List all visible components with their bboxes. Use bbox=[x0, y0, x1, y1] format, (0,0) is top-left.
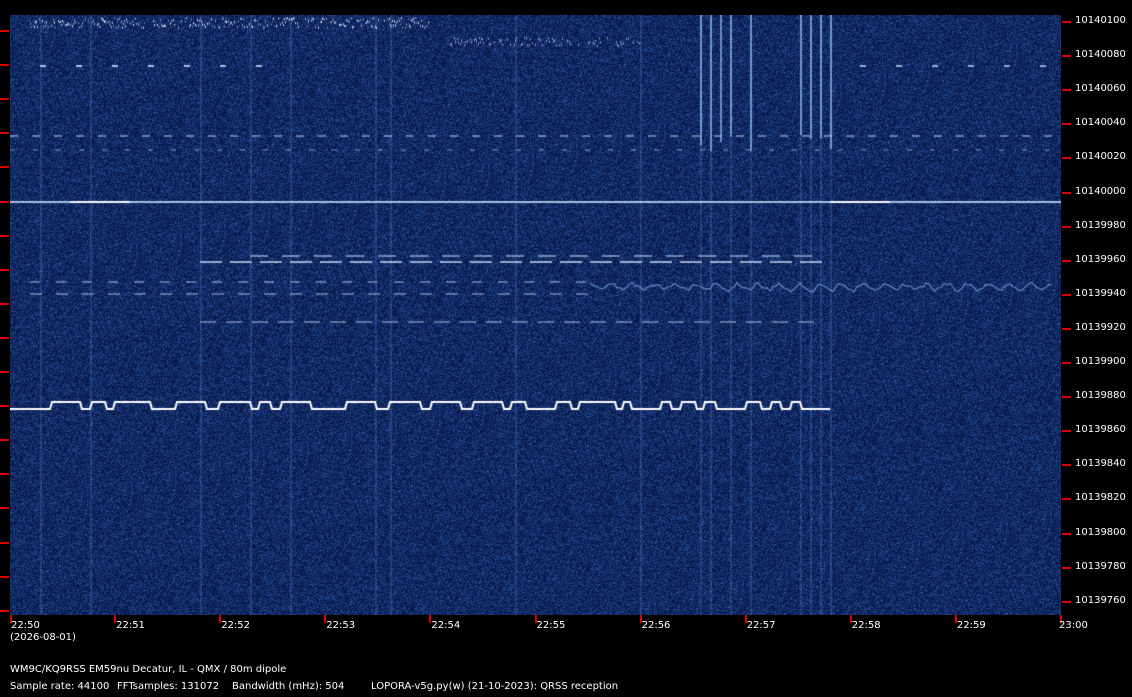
right-tick bbox=[1062, 21, 1071, 23]
left-tick bbox=[0, 576, 9, 578]
right-tick bbox=[1062, 567, 1071, 569]
right-tick bbox=[1062, 430, 1071, 432]
time-label: 22:55 bbox=[536, 620, 566, 631]
right-tick bbox=[1062, 464, 1071, 466]
spectrogram-canvas bbox=[10, 15, 1061, 615]
frequency-label: 10139960 bbox=[1075, 253, 1126, 265]
software-info: LOPORA-v5g.py(w) (21-10-2023): QRSS rece… bbox=[371, 681, 619, 692]
frequency-label: 10140000 bbox=[1075, 185, 1126, 197]
left-tick bbox=[0, 269, 9, 271]
left-tick bbox=[0, 132, 9, 134]
time-label: 22:57 bbox=[746, 620, 776, 631]
left-tick bbox=[0, 473, 9, 475]
right-tick bbox=[1062, 89, 1071, 91]
left-tick bbox=[0, 64, 9, 66]
right-tick bbox=[1062, 396, 1071, 398]
waterfall-display bbox=[10, 15, 1061, 615]
frequency-label: 10139780 bbox=[1075, 560, 1126, 572]
time-label: 22:52 bbox=[221, 620, 251, 631]
right-tick bbox=[1062, 362, 1071, 364]
right-tick bbox=[1062, 192, 1071, 194]
left-tick bbox=[0, 371, 9, 373]
time-label: 22:58 bbox=[851, 620, 881, 631]
fft-samples: FFTsamples: 131072 bbox=[117, 681, 220, 692]
time-label: 22:54 bbox=[431, 620, 461, 631]
frequency-label: 10139840 bbox=[1075, 458, 1126, 470]
frequency-label: 10139900 bbox=[1075, 356, 1126, 367]
frequency-label: 10139800 bbox=[1075, 526, 1126, 538]
frequency-label: 10139820 bbox=[1075, 492, 1126, 504]
frequency-label: 10139880 bbox=[1075, 390, 1126, 402]
right-tick bbox=[1062, 226, 1071, 228]
frequency-label: 10140040 bbox=[1075, 117, 1126, 129]
frequency-label: 10140060 bbox=[1075, 83, 1126, 95]
right-tick bbox=[1062, 533, 1071, 535]
right-tick bbox=[1062, 601, 1071, 603]
time-label: 22:51 bbox=[116, 620, 145, 631]
right-tick bbox=[1062, 294, 1071, 296]
right-tick bbox=[1062, 498, 1071, 500]
left-tick bbox=[0, 201, 9, 203]
left-tick bbox=[0, 98, 9, 100]
right-tick bbox=[1062, 157, 1071, 159]
frequency-label: 10139980 bbox=[1075, 219, 1126, 231]
station-info: WM9C/KQ9RSS EM59nu Decatur, IL - QMX / 8… bbox=[10, 664, 287, 675]
right-tick bbox=[1062, 123, 1071, 125]
frequency-label: 10140080 bbox=[1075, 49, 1126, 61]
left-tick bbox=[0, 439, 9, 441]
left-tick bbox=[0, 610, 9, 612]
right-tick bbox=[1062, 260, 1071, 262]
frequency-label: 10139920 bbox=[1075, 321, 1126, 333]
frequency-label: 10140020 bbox=[1075, 151, 1126, 163]
left-tick bbox=[0, 166, 9, 168]
time-label: 22:50 bbox=[11, 620, 40, 631]
bandwidth: Bandwidth (mHz): 504 bbox=[232, 681, 345, 692]
right-tick bbox=[1062, 55, 1071, 57]
left-tick bbox=[0, 507, 9, 509]
frequency-label: 10139760 bbox=[1075, 594, 1126, 606]
time-label: 23:00 bbox=[1059, 620, 1088, 631]
frequency-label: 10139860 bbox=[1075, 424, 1126, 436]
sample-rate: Sample rate: 44100 bbox=[10, 681, 110, 692]
frequency-label: 10139940 bbox=[1075, 287, 1126, 299]
left-tick bbox=[0, 303, 9, 305]
time-label: 22:59 bbox=[956, 620, 986, 631]
left-tick bbox=[0, 337, 9, 339]
left-tick bbox=[0, 30, 9, 32]
time-label: 22:56 bbox=[641, 620, 671, 631]
date-label: (2026-08-01) bbox=[10, 632, 76, 643]
time-label: 22:53 bbox=[326, 620, 356, 631]
left-tick bbox=[0, 235, 9, 237]
left-tick bbox=[0, 542, 9, 544]
right-tick bbox=[1062, 328, 1071, 330]
left-tick bbox=[0, 405, 9, 407]
frequency-label: 10140100 bbox=[1075, 15, 1126, 26]
